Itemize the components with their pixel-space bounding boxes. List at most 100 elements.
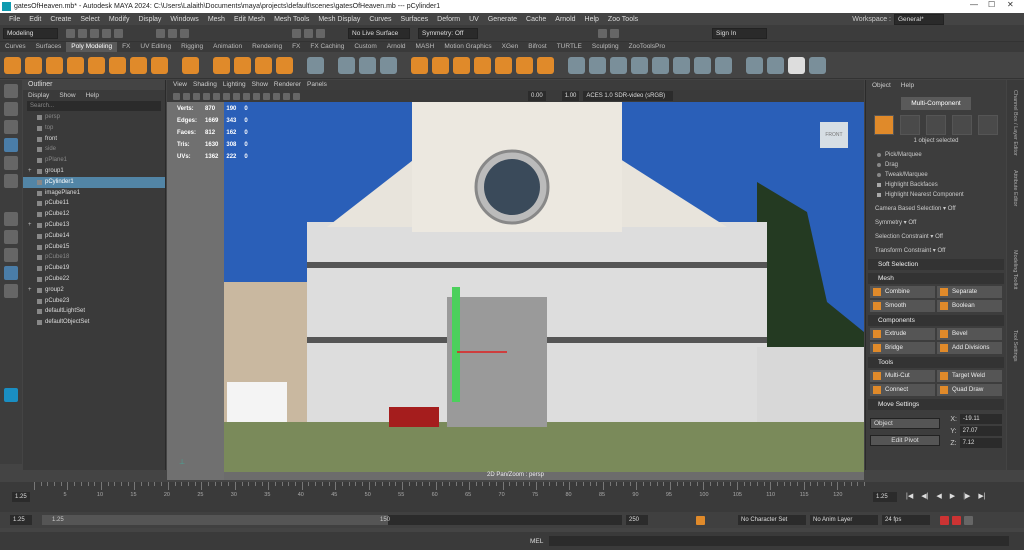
scale-tool-icon[interactable] <box>4 174 18 188</box>
outliner-menu-display[interactable]: Display <box>28 92 49 99</box>
bevel-button[interactable]: Bevel <box>937 328 1002 340</box>
outliner-item[interactable]: pCube19 <box>23 263 165 274</box>
auto-key-icon[interactable] <box>696 515 705 525</box>
shelf-tab-turtle[interactable]: TURTLE <box>552 42 587 52</box>
combine-shelf-icon[interactable] <box>213 56 230 74</box>
range-slider[interactable]: 1.25 150 <box>42 515 622 525</box>
menu-file[interactable]: File <box>9 16 20 23</box>
play-forward-icon[interactable]: ▶ <box>950 492 955 500</box>
target-weld-button[interactable]: Target Weld <box>937 370 1002 382</box>
pick-option[interactable]: Pick/Marquee <box>866 150 1006 160</box>
shelf-tab-rendering[interactable]: Rendering <box>247 42 287 52</box>
insert-loop-icon[interactable] <box>610 56 627 74</box>
viewport-menu-shading[interactable]: Shading <box>193 80 217 90</box>
shelf-tab-sculpting[interactable]: Sculpting <box>587 42 624 52</box>
outliner-item[interactable]: + group2 <box>23 285 165 296</box>
bevel-shelf-icon[interactable] <box>411 56 428 74</box>
reduce-icon[interactable] <box>516 56 533 74</box>
current-frame-field[interactable]: 1.25 <box>873 492 897 502</box>
outliner-item[interactable]: defaultObjectSet <box>23 317 165 328</box>
textured-icon[interactable] <box>253 92 260 100</box>
wireframe-icon[interactable] <box>233 92 240 100</box>
live-surface-field[interactable]: No Live Surface <box>348 27 410 39</box>
outliner-item[interactable]: imagePlane1 <box>23 188 165 199</box>
outliner-item[interactable]: pCylinder1 <box>23 176 165 188</box>
sign-in-button[interactable]: Sign In <box>712 27 767 39</box>
selection-constraint[interactable]: Selection Constraint ▾ Off <box>866 232 1006 242</box>
save-scene-icon[interactable] <box>90 28 99 38</box>
multi-component-button[interactable]: Multi-Component <box>901 97 971 110</box>
sidebar-tab[interactable]: Attribute Editor <box>1012 170 1018 206</box>
menu-mesh-display[interactable]: Mesh Display <box>318 16 360 23</box>
redo-icon[interactable] <box>114 28 123 38</box>
view-cube[interactable]: FRONT <box>820 122 848 148</box>
poly-cube-icon[interactable] <box>25 56 42 74</box>
extract-icon[interactable] <box>234 56 251 74</box>
menu-create[interactable]: Create <box>50 16 71 23</box>
minimize-icon[interactable]: — <box>970 0 978 9</box>
uv-editor-icon[interactable] <box>307 56 324 74</box>
four-view-icon[interactable] <box>4 230 18 244</box>
poly-disc-icon[interactable] <box>130 56 147 74</box>
shelf-tab-mash[interactable]: MASH <box>411 42 440 52</box>
outliner-item[interactable]: persp <box>23 112 165 123</box>
move-settings-header[interactable]: Move Settings <box>868 399 1004 410</box>
isolate-icon[interactable] <box>283 92 290 100</box>
outliner-layout-icon[interactable] <box>4 248 18 262</box>
lights-icon[interactable] <box>263 92 270 100</box>
anim-layer-dropdown[interactable]: No Anim Layer <box>810 515 878 525</box>
colorspace-dropdown[interactable]: ACES 1.0 SDR-video (sRGB) <box>583 91 674 101</box>
menu-curves[interactable]: Curves <box>369 16 391 23</box>
gamma-field[interactable]: 1.00 <box>561 91 580 101</box>
character-set-dropdown[interactable]: No Character Set <box>738 515 806 525</box>
script-icon[interactable] <box>809 56 826 74</box>
menu-generate[interactable]: Generate <box>488 16 517 23</box>
outliner-menu-help[interactable]: Help <box>86 92 99 99</box>
move-space-dropdown[interactable]: Object <box>870 418 940 429</box>
poly-torus-icon[interactable] <box>88 56 105 74</box>
shelf-tab-animation[interactable]: Animation <box>208 42 247 52</box>
radio-icon[interactable] <box>877 163 881 167</box>
slide-edge-icon[interactable] <box>652 56 669 74</box>
expand-icon[interactable]: + <box>28 220 32 231</box>
menu-windows[interactable]: Windows <box>170 16 198 23</box>
outliner-item[interactable]: pCube15 <box>23 242 165 253</box>
symmetry-option[interactable]: Symmetry ▾ Off <box>866 218 1006 228</box>
checkbox-icon[interactable] <box>877 193 881 197</box>
outliner-item[interactable]: pCube14 <box>23 231 165 242</box>
menuset-dropdown[interactable]: Modeling <box>3 27 58 39</box>
shelf-tab-arnold[interactable]: Arnold <box>382 42 411 52</box>
shelf-tab-curves[interactable]: Curves <box>0 42 31 52</box>
pick-option[interactable]: Drag <box>866 160 1006 170</box>
shadows-icon[interactable] <box>273 92 280 100</box>
lasso-tool-icon[interactable] <box>4 102 18 116</box>
menu-uv[interactable]: UV <box>469 16 479 23</box>
select-object-icon[interactable] <box>168 28 177 38</box>
axis-value-field[interactable]: -19.11 <box>960 414 1002 424</box>
open-scene-icon[interactable] <box>78 28 87 38</box>
section-header-tools[interactable]: Tools <box>868 357 1004 368</box>
command-input[interactable] <box>549 536 1010 546</box>
goto-start-icon[interactable]: |◀ <box>906 492 913 500</box>
time-slider[interactable]: 1.25 5 10 15 20 25 30 35 40 45 50 55 60 65 70 75 80 85 90… <box>0 482 1024 512</box>
collapse-icon[interactable] <box>694 56 711 74</box>
shelf-tab-rigging[interactable]: Rigging <box>176 42 208 52</box>
image-plane-icon[interactable] <box>203 92 210 100</box>
smooth-shade-icon[interactable] <box>243 92 250 100</box>
step-forward-icon[interactable]: |▶ <box>963 492 970 500</box>
shelf-tab-bifrost[interactable]: Bifrost <box>523 42 551 52</box>
object-mode-icon[interactable] <box>874 115 894 135</box>
menu-edit-mesh[interactable]: Edit Mesh <box>234 16 265 23</box>
multi-cut-button[interactable]: Multi-Cut <box>870 370 935 382</box>
section-header-components[interactable]: Components <box>868 315 1004 326</box>
snap-grid-icon[interactable] <box>292 28 301 38</box>
outliner-item[interactable]: pCube22 <box>23 274 165 285</box>
quad-draw-button[interactable]: Quad Draw <box>937 384 1002 396</box>
symmetry-dropdown[interactable]: Symmetry: Off <box>418 27 478 39</box>
xray-icon[interactable] <box>293 92 300 100</box>
snap-together-icon[interactable] <box>338 56 355 74</box>
section-header-mesh[interactable]: Mesh <box>868 273 1004 284</box>
align-icon[interactable] <box>359 56 376 74</box>
mirror-icon[interactable] <box>255 56 272 74</box>
shelf-tab-poly-modeling[interactable]: Poly Modeling <box>66 42 118 52</box>
